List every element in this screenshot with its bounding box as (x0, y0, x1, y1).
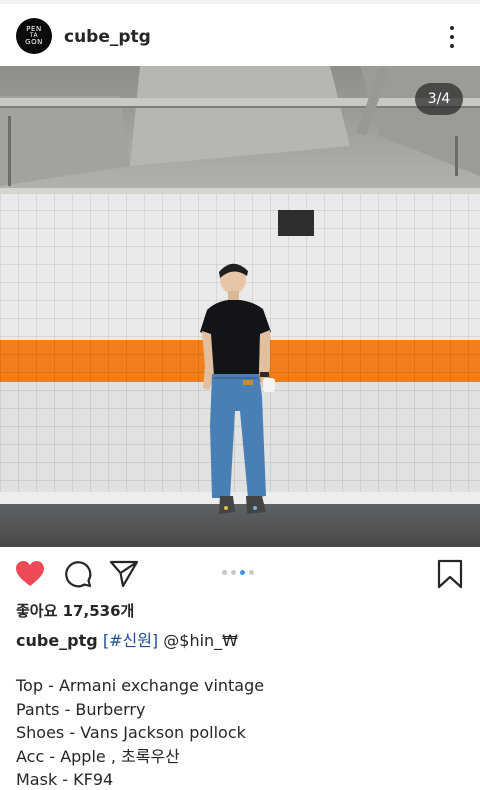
carousel-indicator (222, 570, 254, 575)
more-vertical-icon[interactable] (442, 24, 462, 50)
carousel-dot-active (240, 570, 245, 575)
caption-detail-line: Top - Armani exchange vintage (16, 676, 265, 695)
caption-mention[interactable]: @$hin_₩ (163, 631, 238, 650)
caption-detail-line: Pants - Burberry (16, 699, 146, 719)
caption-hashtag[interactable]: [#신원] (103, 631, 158, 650)
avatar-text-line-3: GON (25, 38, 43, 46)
carousel-counter: 3/4 (415, 83, 463, 115)
heart-icon[interactable] (14, 559, 46, 589)
caption-detail-line: Shoes - Vans Jackson pollock (16, 723, 246, 742)
caption-detail-line: Acc - Apple , 초록우산 (16, 746, 180, 766)
caption-line: cube_ptg [#신원] @$hin_₩ (16, 627, 238, 651)
caption-username[interactable]: cube_ptg (16, 631, 98, 650)
post-header: PEN TA GON cube_ptg (0, 4, 480, 66)
action-bar (0, 547, 480, 599)
paper-plane-icon[interactable] (108, 559, 140, 589)
post-username[interactable]: cube_ptg (64, 27, 151, 47)
avatar[interactable]: PEN TA GON (16, 18, 52, 54)
caption-details: Top - Armani exchange vintage Pants - Bu… (16, 674, 264, 790)
post-photo[interactable] (0, 66, 480, 547)
carousel-dot (222, 570, 227, 575)
carousel-dot (231, 570, 236, 575)
bookmark-icon[interactable] (434, 559, 466, 589)
caption-detail-line: Mask - KF94 (16, 770, 114, 789)
comment-icon[interactable] (62, 559, 94, 589)
like-count[interactable]: 좋아요 17,536개 (16, 600, 134, 621)
carousel-dot (249, 570, 254, 575)
